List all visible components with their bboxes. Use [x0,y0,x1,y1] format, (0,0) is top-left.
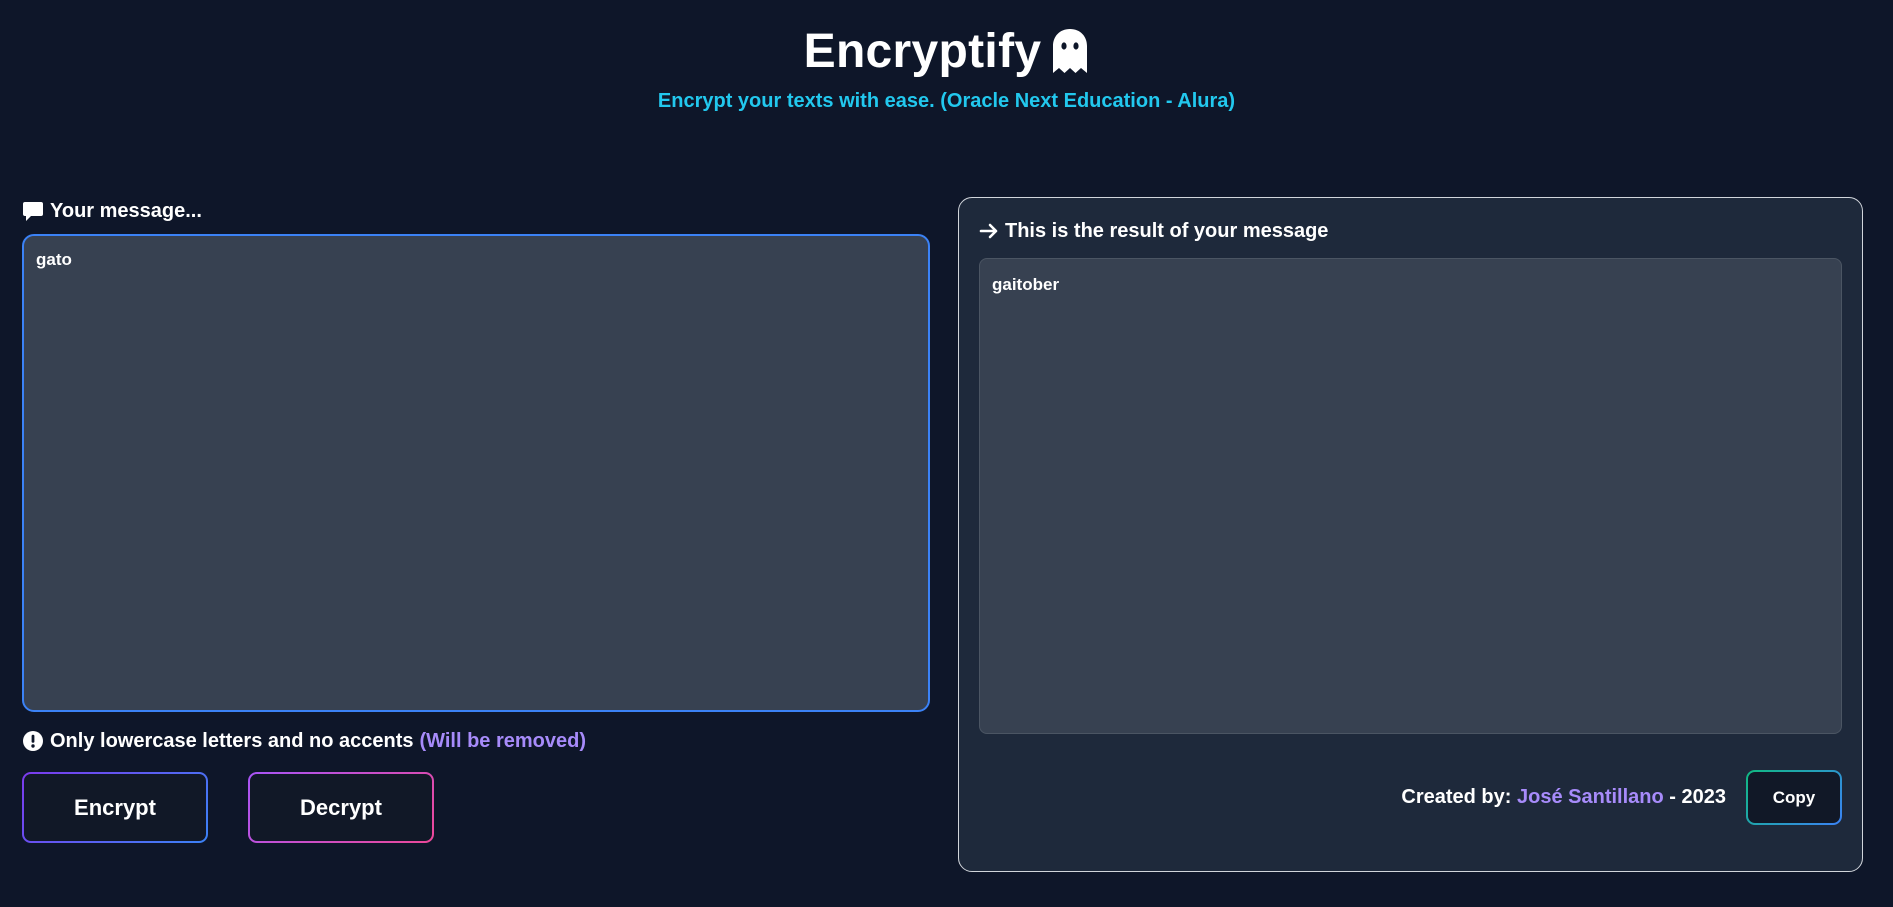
result-label: This is the result of your message [1005,219,1329,242]
arrow-right-icon [979,223,998,239]
app-page: Encryptify Encrypt your texts with ease.… [0,0,1893,907]
input-hint: Only lowercase letters and no accents (W… [22,728,930,754]
message-input[interactable]: gato [22,234,930,712]
result-footer: Created by: José Santillano - 2023 Copy [1401,770,1842,825]
result-output[interactable]: gaitober [979,258,1842,734]
credit-prefix: Created by: [1401,786,1512,808]
hint-accent: (Will be removed) [419,729,586,752]
exclamation-circle-icon [23,731,43,751]
app-subtitle: Encrypt your texts with ease. (Oracle Ne… [657,90,1236,112]
decrypt-button[interactable]: Decrypt [248,772,434,843]
input-section: Your message... gato Only lowercase lett… [22,198,930,843]
app-title: Encryptify [803,24,1042,78]
credit-line: Created by: José Santillano - 2023 [1401,786,1726,809]
result-panel: This is the result of your message gaito… [958,197,1863,872]
hint-text: Only lowercase letters and no accents [50,729,414,752]
copy-button[interactable]: Copy [1746,770,1842,825]
decrypt-button-label: Decrypt [250,774,432,841]
action-buttons: Encrypt Decrypt [22,772,930,843]
credit-suffix: - 2023 [1669,786,1726,808]
ghost-icon [1053,29,1088,73]
message-bubble-icon [23,202,43,221]
author-name: José Santillano [1517,786,1664,808]
encrypt-button[interactable]: Encrypt [22,772,208,843]
copy-button-label: Copy [1748,772,1840,823]
result-label-row: This is the result of your message [979,218,1328,244]
title-row: Encryptify [0,22,1893,80]
app-header: Encryptify Encrypt your texts with ease.… [0,22,1893,113]
encrypt-button-label: Encrypt [24,774,206,841]
message-label-row: Your message... [22,198,930,224]
message-label: Your message... [50,199,202,222]
